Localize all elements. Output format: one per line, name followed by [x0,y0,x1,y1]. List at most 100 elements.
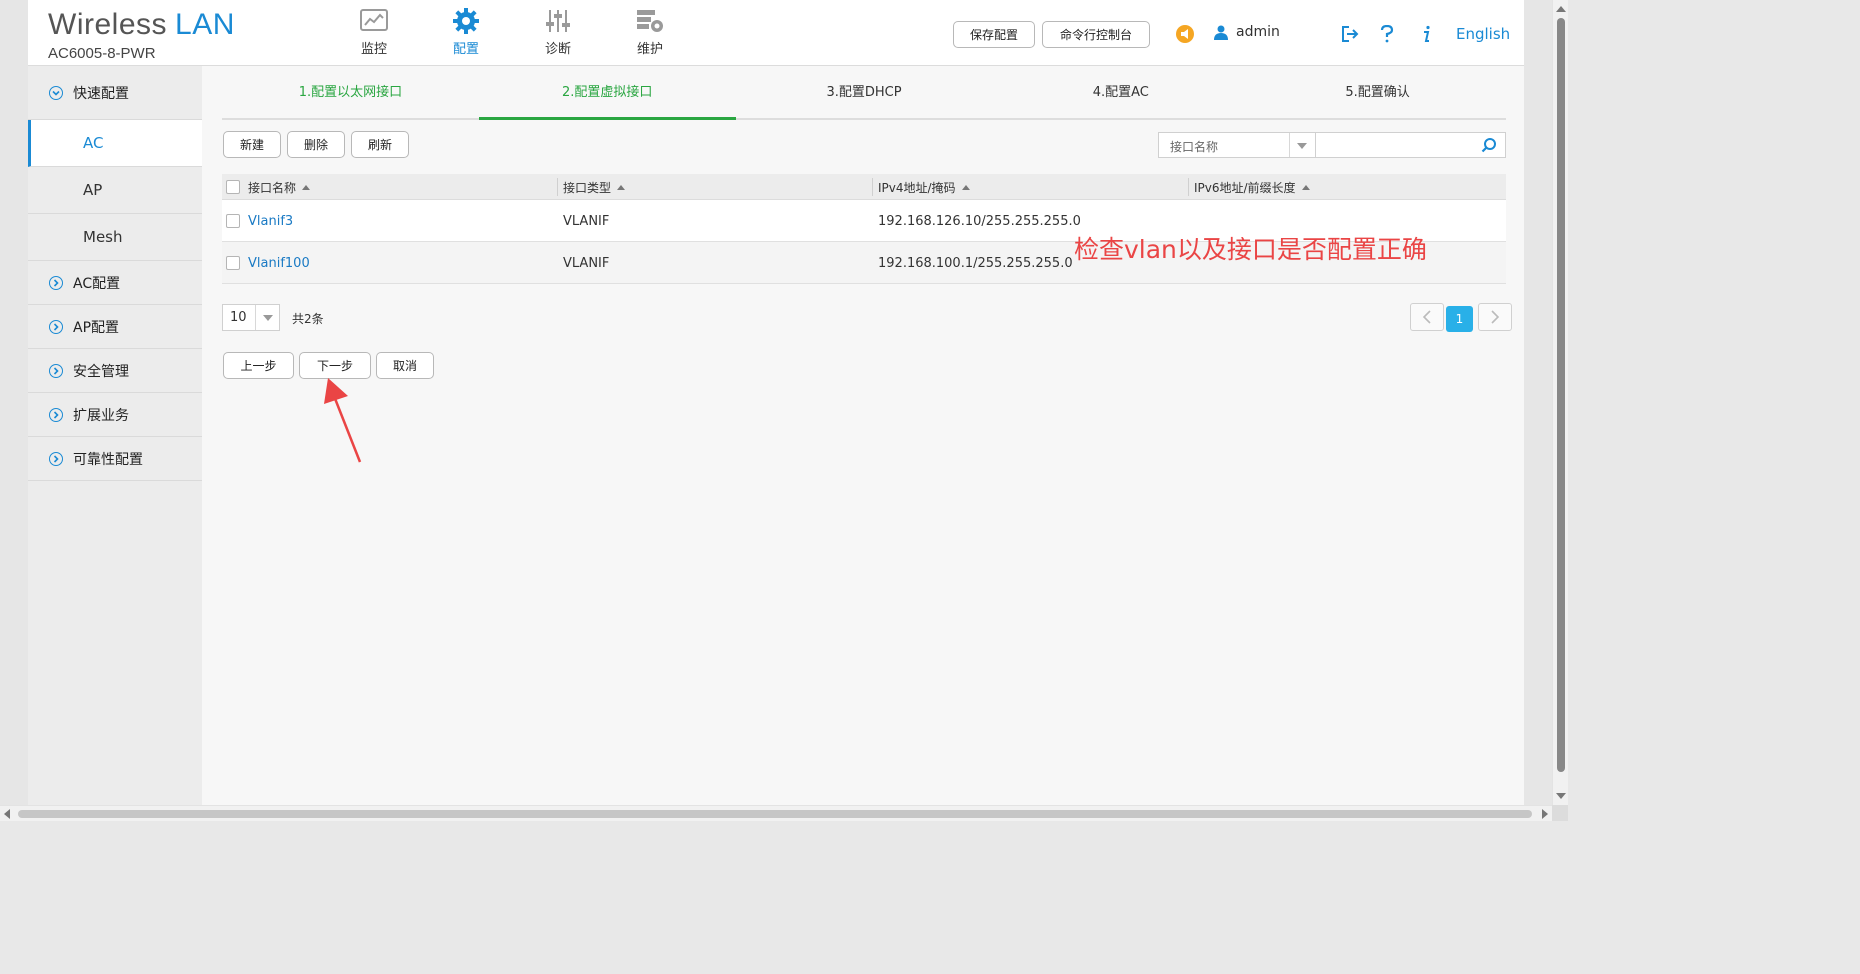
row-checkbox[interactable] [226,214,240,228]
sidebar-item-label: Mesh [83,228,123,246]
prev-page-button[interactable] [1410,303,1444,331]
vertical-scrollbar[interactable] [1552,0,1568,805]
scroll-thumb[interactable] [1557,18,1565,772]
brand-primary: Wireless [48,8,168,41]
row-checkbox[interactable] [226,256,240,270]
select-all-checkbox[interactable] [226,180,240,194]
delete-button[interactable]: 删除 [287,131,345,158]
divider [1289,133,1290,157]
sidebar-group-label: 可靠性配置 [73,451,143,468]
sidebar-group-ac-config[interactable]: AC配置 [28,261,202,305]
brand-accent: LAN [175,8,235,41]
scroll-up-icon[interactable] [1556,6,1566,12]
sliders-icon [512,4,604,38]
search-input[interactable] [1324,134,1474,156]
next-page-button[interactable] [1478,303,1512,331]
brand-title: Wireless LAN [48,8,235,42]
sidebar-group-label: 扩展业务 [73,407,129,424]
chevron-down-icon [49,85,63,100]
scroll-right-icon[interactable] [1542,809,1548,819]
chevron-right-icon [49,451,63,466]
column-divider [557,178,558,196]
sidebar-group-label: 快速配置 [73,85,129,102]
right-gutter [1524,0,1552,805]
sidebar-item-ap[interactable]: AP [28,167,202,214]
scroll-down-icon[interactable] [1556,793,1566,799]
top-nav: 监控 配置 诊断 维护 [328,4,696,64]
sidebar: 快速配置 AC AP Mesh AC配置 AP配置 安全管理 扩展业务 可靠性配… [28,66,202,805]
sidebar-group-extended-services[interactable]: 扩展业务 [28,393,202,437]
user-menu[interactable]: admin [1214,24,1280,40]
interface-name-link[interactable]: Vlanif3 [248,200,293,242]
top-header: Wireless LAN AC6005-8-PWR 监控 配置 诊断 维护 保存… [28,0,1524,66]
total-count: 共2条 [292,312,324,326]
sidebar-item-label: AP [83,181,103,199]
annotation-arrow [324,378,362,463]
row-select-cell [226,242,240,284]
filter-search-box [1316,132,1506,158]
app-frame: Wireless LAN AC6005-8-PWR 监控 配置 诊断 维护 保存… [28,0,1524,805]
announcement-icon[interactable] [1176,25,1194,43]
scroll-left-icon[interactable] [4,809,10,819]
page-number-current[interactable]: 1 [1446,306,1473,332]
language-switch[interactable]: English [1456,25,1510,43]
column-divider [872,178,873,196]
chevron-left-icon [1422,310,1432,324]
wizard-steps: 1.配置以太网接口 2.配置虚拟接口 3.配置DHCP 4.配置AC 5.配置确… [222,66,1506,120]
logout-icon[interactable] [1340,25,1360,43]
step-dhcp[interactable]: 3.配置DHCP [736,66,993,118]
sidebar-group-label: 安全管理 [73,363,129,380]
column-interface-name[interactable]: 接口名称 [248,174,311,200]
prev-step-button[interactable]: 上一步 [223,352,294,379]
user-icon [1214,25,1228,40]
chevron-right-icon [1490,310,1500,324]
column-interface-type[interactable]: 接口类型 [563,174,626,200]
monitor-icon [328,4,420,38]
step-ac[interactable]: 4.配置AC [992,66,1249,118]
column-ipv4[interactable]: IPv4地址/掩码 [878,174,970,200]
chevron-right-icon [49,407,63,422]
ipv4-cell: 192.168.126.10/255.255.255.0 [878,213,1081,229]
sort-asc-icon [617,184,626,190]
interface-table: 接口名称 接口类型 IPv4地址/掩码 IPv6地址/前缀长度 Vlanif3 … [222,174,1506,284]
sidebar-item-ac[interactable]: AC [28,120,202,167]
column-label: 接口名称 [248,180,297,195]
cli-console-button[interactable]: 命令行控制台 [1042,21,1150,48]
nav-monitor[interactable]: 监控 [328,4,420,64]
sidebar-group-label: AP配置 [73,319,120,336]
horizontal-scrollbar[interactable] [0,805,1552,821]
nav-diagnose[interactable]: 诊断 [512,4,604,64]
new-button[interactable]: 新建 [223,131,281,158]
scroll-thumb[interactable] [18,810,1532,818]
sidebar-group-ap-config[interactable]: AP配置 [28,305,202,349]
sidebar-item-mesh[interactable]: Mesh [28,214,202,261]
page-size-select[interactable]: 10 [222,304,280,331]
search-icon[interactable] [1481,137,1497,157]
sidebar-group-security[interactable]: 安全管理 [28,349,202,393]
nav-maintain-label: 维护 [636,42,663,57]
step-ethernet-interface[interactable]: 1.配置以太网接口 [222,66,479,118]
help-icon[interactable] [1380,25,1394,43]
sidebar-group-quick-config[interactable]: 快速配置 [28,66,202,120]
nav-maintain[interactable]: 维护 [604,4,696,64]
table-header: 接口名称 接口类型 IPv4地址/掩码 IPv6地址/前缀长度 [222,174,1506,200]
cancel-button[interactable]: 取消 [376,352,434,379]
filter-field-select[interactable]: 接口名称 [1158,132,1316,158]
interface-name-link[interactable]: Vlanif100 [248,242,310,284]
brand: Wireless LAN AC6005-8-PWR [48,8,235,62]
maintenance-icon [604,4,696,38]
ipv4-cell: 192.168.100.1/255.255.255.0 [878,255,1073,271]
user-name: admin [1236,24,1280,40]
step-confirm[interactable]: 5.配置确认 [1249,66,1506,118]
sidebar-group-reliability[interactable]: 可靠性配置 [28,437,202,481]
column-label: IPv6地址/前缀长度 [1194,180,1296,195]
info-icon[interactable] [1420,25,1432,43]
scrollbar-corner [1552,805,1568,821]
nav-config[interactable]: 配置 [420,4,512,64]
column-ipv6[interactable]: IPv6地址/前缀长度 [1194,174,1310,200]
sort-asc-icon [961,184,970,190]
refresh-button[interactable]: 刷新 [351,131,409,158]
step-virtual-interface[interactable]: 2.配置虚拟接口 [478,66,736,120]
save-config-button[interactable]: 保存配置 [953,21,1035,48]
annotation-text: 检查vlan以及接口是否配置正确 [1074,235,1427,264]
